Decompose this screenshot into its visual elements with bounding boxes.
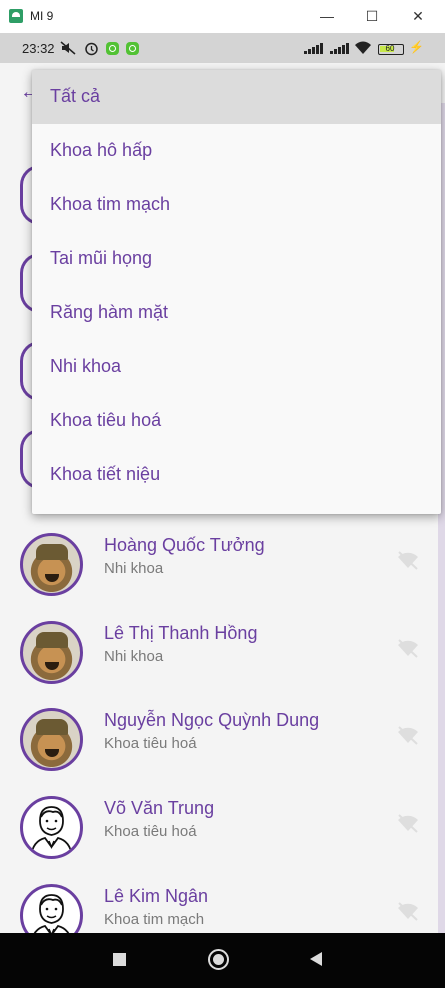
dropdown-item-label: Khoa tim mạch xyxy=(50,194,171,214)
doctor-name: Lê Thị Thanh Hồng xyxy=(104,623,258,643)
navigation-bar xyxy=(0,933,445,988)
window-title: MI 9 xyxy=(30,9,54,23)
wifi-off-icon xyxy=(398,726,418,745)
avatar xyxy=(20,621,83,684)
dropdown-item-cardiology[interactable]: Khoa tim mạch xyxy=(32,178,441,232)
back-button[interactable] xyxy=(310,952,322,966)
avatar xyxy=(20,533,83,596)
doctor-name: Võ Văn Trung xyxy=(104,798,215,818)
list-item[interactable]: Lê Thị Thanh Hồng Nhi khoa xyxy=(0,612,440,692)
dropdown-item-label: Khoa tiêu hoá xyxy=(50,410,162,430)
wifi-off-icon xyxy=(398,814,418,833)
recent-apps-button[interactable] xyxy=(113,953,126,966)
charging-icon: ⚡ xyxy=(409,40,424,54)
dropdown-item-all[interactable]: Tất cả xyxy=(32,70,441,124)
dropdown-item-pediatrics[interactable]: Nhi khoa xyxy=(32,340,441,394)
dropdown-item-gastroenterology[interactable]: Khoa tiêu hoá xyxy=(32,394,441,448)
android-icon xyxy=(9,9,23,23)
dropdown-item-dental[interactable]: Răng hàm mặt xyxy=(32,286,441,340)
doctor-department: Khoa tim mạch xyxy=(104,911,205,928)
minimize-button[interactable]: — xyxy=(312,4,342,28)
battery-icon: 60 xyxy=(378,44,404,55)
doctor-name: Lê Kim Ngân xyxy=(104,886,209,906)
dropdown-item-label: Tai mũi họng xyxy=(50,248,153,268)
list-item[interactable]: Nguyễn Ngọc Quỳnh Dung Khoa tiêu hoá xyxy=(0,699,440,779)
status-time: 23:32 xyxy=(22,41,55,56)
dropdown-item-urology[interactable]: Khoa tiết niệu xyxy=(32,448,441,502)
status-bar: 23:32 60 ⚡ xyxy=(0,33,445,63)
dropdown-item-ent[interactable]: Tai mũi họng xyxy=(32,232,441,286)
doctor-department: Khoa tiêu hoá xyxy=(104,735,197,752)
maximize-button[interactable]: ☐ xyxy=(357,4,387,28)
dropdown-item-label: Tất cả xyxy=(50,86,101,106)
wifi-off-icon xyxy=(398,902,418,921)
app-notification-icon xyxy=(126,42,139,55)
list-item[interactable]: Hoàng Quốc Tưởng Nhi khoa xyxy=(0,524,440,604)
dropdown-item-label: Nhi khoa xyxy=(50,356,122,376)
alarm-icon xyxy=(85,42,98,56)
wifi-off-icon xyxy=(398,639,418,658)
doctor-department: Khoa tiêu hoá xyxy=(104,823,197,840)
dropdown-item-label: Răng hàm mặt xyxy=(50,302,169,322)
doctor-department: Nhi khoa xyxy=(104,560,164,577)
doctor-illustration-icon xyxy=(30,806,73,856)
department-dropdown-menu: Tất cả Khoa hô hấp Khoa tim mạch Tai mũi… xyxy=(32,70,441,514)
dropdown-item-respiratory[interactable]: Khoa hô hấp xyxy=(32,124,441,178)
mute-icon xyxy=(60,41,76,55)
app-notification-icon xyxy=(106,42,119,55)
wifi-icon xyxy=(355,41,371,54)
close-button[interactable]: ✕ xyxy=(403,4,433,28)
doctor-name: Hoàng Quốc Tưởng xyxy=(104,535,265,555)
signal-icon xyxy=(304,42,324,54)
battery-level: 60 xyxy=(385,44,395,53)
wifi-off-icon xyxy=(398,551,418,570)
avatar xyxy=(20,796,83,859)
list-item[interactable]: Võ Văn Trung Khoa tiêu hoá xyxy=(0,787,440,867)
home-button[interactable] xyxy=(208,949,229,970)
doctor-department: Nhi khoa xyxy=(104,648,164,665)
avatar xyxy=(20,708,83,771)
doctor-name: Nguyễn Ngọc Quỳnh Dung xyxy=(104,710,320,730)
window-titlebar: MI 9 — ☐ ✕ xyxy=(0,0,445,33)
dropdown-item-label: Khoa tiết niệu xyxy=(50,464,161,484)
phone-screen: 23:32 60 ⚡ ← Hoàng Quốc Tưởng Nhi khoa L… xyxy=(0,33,445,988)
signal-icon xyxy=(330,42,350,54)
dropdown-item-label: Khoa hô hấp xyxy=(50,140,153,160)
